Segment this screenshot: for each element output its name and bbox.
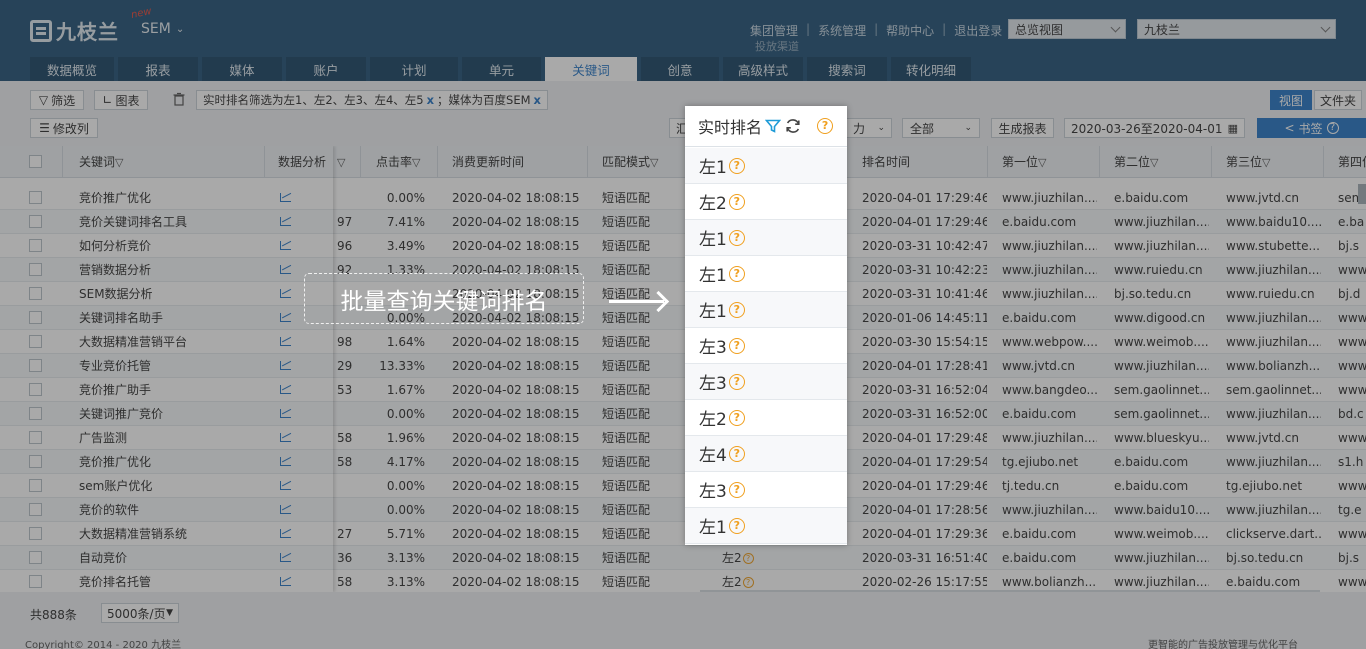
help-icon[interactable]: ? (728, 373, 745, 390)
rank-value: 左3 (699, 338, 727, 358)
rank-value: 左1 (699, 266, 727, 286)
help-icon[interactable]: ? (728, 229, 745, 246)
realtime-rank-item: 左1? (685, 508, 847, 544)
realtime-rank-title: 实时排名 (698, 118, 763, 137)
rank-value: 左4 (699, 446, 727, 466)
realtime-rank-item: 左4? (685, 436, 847, 472)
realtime-rank-header: 实时排名 ? (685, 106, 847, 147)
realtime-rank-item: 左1? (685, 292, 847, 328)
rank-value: 左3 (699, 482, 727, 502)
help-icon[interactable]: ? (728, 157, 745, 174)
realtime-rank-item: 左1? (685, 148, 847, 184)
realtime-rank-item: 左3? (685, 472, 847, 508)
help-icon[interactable]: ? (728, 409, 745, 426)
arrow-right-icon (609, 300, 664, 303)
realtime-rank-item: 左3? (685, 328, 847, 364)
rank-value: 左2 (699, 194, 727, 214)
rank-value: 左1 (699, 230, 727, 250)
help-icon[interactable]: ? (728, 301, 745, 318)
realtime-rank-item: 左2? (685, 400, 847, 436)
help-icon[interactable]: ? (728, 337, 745, 354)
realtime-rank-spotlight: 实时排名 ? 左1? 左2? 左1? 左1? 左1? 左3? 左3? 左2? 左4? 左3? 左1? (685, 106, 847, 545)
rank-value: 左1 (699, 302, 727, 322)
rank-value: 左1 (699, 158, 727, 178)
help-icon[interactable]: ? (817, 118, 834, 134)
refresh-icon[interactable] (784, 117, 802, 135)
realtime-rank-item: 左3? (685, 364, 847, 400)
help-icon[interactable]: ? (728, 265, 745, 282)
rank-value: 左3 (699, 374, 727, 394)
realtime-rank-item: 左1? (685, 220, 847, 256)
help-icon[interactable]: ? (728, 445, 745, 462)
tutorial-overlay[interactable] (0, 0, 1366, 649)
rank-value: 左2 (699, 410, 727, 430)
help-icon[interactable]: ? (728, 193, 745, 210)
funnel-icon[interactable] (765, 118, 782, 134)
help-icon[interactable]: ? (728, 517, 745, 534)
realtime-rank-item: 左2? (685, 184, 847, 220)
rank-value: 左1 (699, 518, 727, 538)
realtime-rank-item: 左1? (685, 256, 847, 292)
help-icon[interactable]: ? (728, 481, 745, 498)
tutorial-callout: 批量查询关键词排名 (304, 273, 584, 324)
